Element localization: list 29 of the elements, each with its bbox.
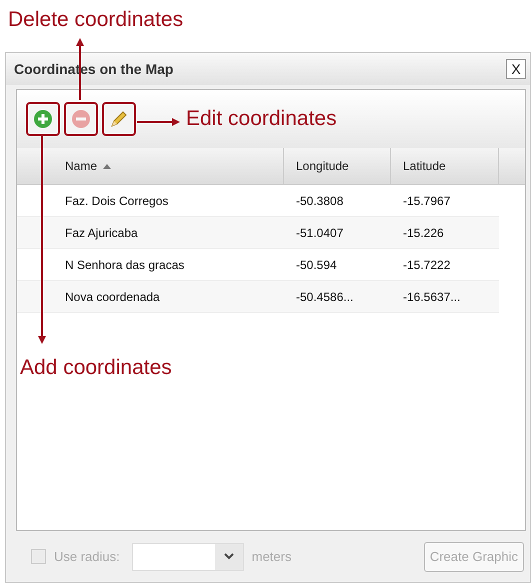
- annotation-arrow: [137, 118, 180, 126]
- pencil-icon: [109, 109, 129, 129]
- table-cell-text: -16.5637...: [402, 288, 462, 306]
- table-cell-text: N Senhora das gracas: [64, 256, 186, 274]
- table-cell-text: -51.0407: [295, 224, 344, 242]
- table-cell-text: -50.594: [295, 256, 338, 274]
- table-cell-text: -15.226: [402, 224, 445, 242]
- close-button[interactable]: X: [506, 59, 526, 79]
- column-header[interactable]: Latitude: [391, 148, 499, 184]
- minus-circle-icon: [71, 109, 91, 129]
- table-cell-text: Faz. Dois Corregos: [64, 192, 170, 210]
- table-cell-text: -50.3808: [295, 192, 344, 210]
- sort-ascending-icon: [103, 164, 112, 168]
- column-header[interactable]: Longitude: [284, 148, 391, 184]
- annotation-label: Delete coordinates: [8, 8, 184, 31]
- annotation-label: Edit coordinates: [186, 106, 337, 132]
- table-cell-text: Nova coordenada: [64, 288, 161, 306]
- add-button[interactable]: [26, 102, 60, 136]
- table-cell-text: -50.4586...: [295, 288, 354, 306]
- table-cell-text: -15.7222: [402, 256, 452, 274]
- table-cell-text: -15.7967: [402, 192, 452, 210]
- unit-label: meters: [252, 548, 292, 566]
- plus-circle-icon: [33, 109, 53, 129]
- chevron-down-icon: [224, 553, 234, 560]
- annotation-label: Add coordinates: [20, 355, 172, 381]
- checkbox-label: Use radius:: [54, 548, 120, 566]
- edit-button[interactable]: [102, 102, 136, 136]
- column-header[interactable]: Name: [17, 148, 284, 184]
- table-cell-text: Faz Ajuricaba: [64, 224, 139, 242]
